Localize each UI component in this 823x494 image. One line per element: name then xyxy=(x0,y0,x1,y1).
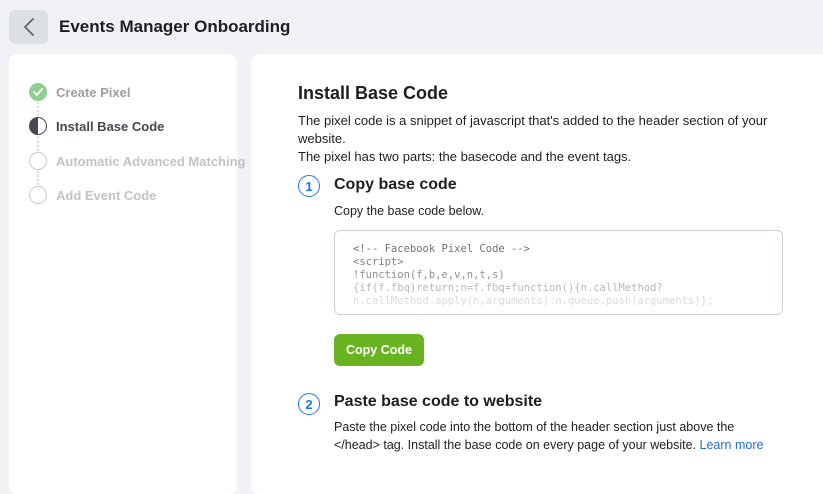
code-line: {if(f.fbq)return;n=f.fbq=function(){n.ca… xyxy=(353,282,663,294)
main-panel: Install Base Code The pixel code is a sn… xyxy=(251,54,823,494)
step-automatic-advanced-matching[interactable]: Automatic Advanced Matching xyxy=(29,151,245,171)
step-label: Add Event Code xyxy=(56,187,157,203)
learn-more-link[interactable]: Learn more xyxy=(700,438,764,452)
copy-base-code-description: Copy the base code below. xyxy=(334,204,485,218)
empty-circle-icon xyxy=(29,152,47,170)
step-connector xyxy=(37,102,41,116)
progress-sidebar: Create Pixel Install Base Code Automatic… xyxy=(9,54,245,494)
paste-base-code-title: Paste base code to website xyxy=(334,393,543,410)
intro-line: The pixel has two parts: the basecode an… xyxy=(298,149,632,164)
step-connector xyxy=(37,136,41,151)
top-bar: Events Manager Onboarding xyxy=(0,0,823,54)
intro-line: The pixel code is a snippet of javascrip… xyxy=(298,113,768,146)
page-title: Events Manager Onboarding xyxy=(59,17,291,36)
code-line: <script> xyxy=(353,256,404,268)
empty-circle-icon xyxy=(29,186,47,204)
half-filled-circle-icon xyxy=(29,117,47,135)
copy-code-button[interactable]: Copy Code xyxy=(334,334,424,366)
step-label: Install Base Code xyxy=(56,118,165,134)
code-line: n.callMethod.apply(n,arguments):n.queue.… xyxy=(353,295,714,307)
copy-base-code-title: Copy base code xyxy=(334,176,457,193)
description-line: </head> tag. Install the base code on ev… xyxy=(334,436,804,454)
base-code-box[interactable]: <!-- Facebook Pixel Code --> <script> !f… xyxy=(334,230,783,315)
step-connector xyxy=(37,171,41,185)
code-line: !function(f,b,e,v,n,t,s) xyxy=(353,269,505,281)
intro-text: The pixel code is a snippet of javascrip… xyxy=(298,112,818,166)
back-button[interactable] xyxy=(9,10,48,44)
step-create-pixel[interactable]: Create Pixel xyxy=(29,82,130,102)
step-number-badge: 2 xyxy=(298,393,320,415)
step-add-event-code[interactable]: Add Event Code xyxy=(29,185,156,205)
paste-base-code-description: Paste the pixel code into the bottom of … xyxy=(334,418,804,454)
code-line: <!-- Facebook Pixel Code --> xyxy=(353,243,531,255)
step-install-base-code[interactable]: Install Base Code xyxy=(29,116,164,136)
description-text: </head> tag. Install the base code on ev… xyxy=(334,438,700,452)
check-circle-icon xyxy=(29,83,47,101)
step-number-badge: 1 xyxy=(298,175,320,197)
section-heading: Install Base Code xyxy=(298,83,449,103)
step-label: Create Pixel xyxy=(56,84,131,100)
description-line: Paste the pixel code into the bottom of … xyxy=(334,420,735,434)
step-label: Automatic Advanced Matching xyxy=(56,153,246,169)
chevron-left-icon xyxy=(22,17,36,37)
code-lines: <!-- Facebook Pixel Code --> <script> !f… xyxy=(335,231,782,314)
